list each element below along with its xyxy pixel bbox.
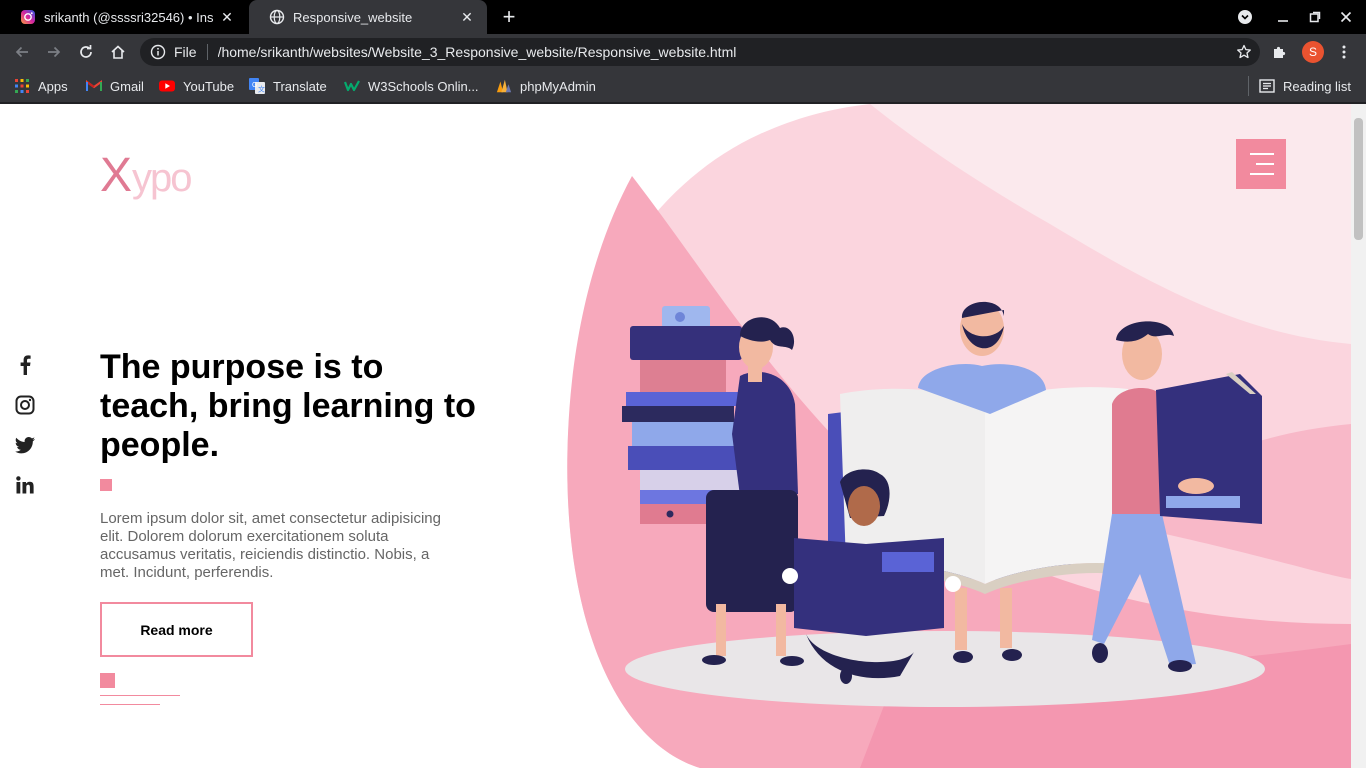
read-more-button[interactable]: Read more xyxy=(100,602,253,657)
hero-heading: The purpose is to teach, bring learning … xyxy=(100,348,476,464)
tab-title: srikanth (@ssssri32546) • Insta xyxy=(44,9,213,25)
globe-icon xyxy=(269,9,285,25)
new-tab-button[interactable]: + xyxy=(497,6,521,28)
browser-toolbar: File /home/srikanth/websites/Website_3_R… xyxy=(0,34,1366,70)
bookmark-label: Translate xyxy=(273,78,327,94)
url-text[interactable]: /home/srikanth/websites/Website_3_Respon… xyxy=(218,44,1232,60)
address-bar[interactable]: File /home/srikanth/websites/Website_3_R… xyxy=(140,38,1260,66)
bookmark-w3schools[interactable]: W3Schools Onlin... xyxy=(344,70,479,102)
close-tab-icon[interactable]: ✕ xyxy=(219,9,235,25)
bookmark-gmail[interactable]: Gmail xyxy=(86,70,144,102)
accent-square xyxy=(100,673,115,688)
reading-list-button[interactable]: Reading list xyxy=(1259,70,1351,102)
profile-avatar[interactable]: S xyxy=(1302,41,1324,63)
reading-list-icon xyxy=(1259,78,1275,94)
site-logo[interactable]: X ypo xyxy=(100,148,192,203)
url-scheme: File xyxy=(174,44,197,60)
scrollbar-thumb[interactable] xyxy=(1354,118,1363,240)
hero-paragraph: Lorem ipsum dolor sit, amet consectetur … xyxy=(100,510,441,581)
bookmark-label: W3Schools Onlin... xyxy=(368,78,479,94)
tab-responsive-website[interactable]: Responsive_website ✕ xyxy=(249,0,487,34)
more-menu-icon[interactable] xyxy=(1332,40,1356,64)
book-shape xyxy=(662,306,710,328)
menu-bar xyxy=(1250,173,1274,175)
close-window-icon[interactable] xyxy=(1336,7,1356,27)
accent-line xyxy=(100,695,180,696)
svg-text:G: G xyxy=(252,82,257,89)
instagram-icon xyxy=(20,9,36,25)
logo-x: X xyxy=(100,149,132,202)
tab-search-icon[interactable] xyxy=(1235,7,1255,27)
bookmark-youtube[interactable]: YouTube xyxy=(159,70,234,102)
gmail-icon xyxy=(86,78,102,94)
bookmark-label: Apps xyxy=(38,78,68,94)
bookmark-phpmyadmin[interactable]: phpMyAdmin xyxy=(496,70,596,102)
translate-icon: G文 xyxy=(249,78,265,94)
bookmark-label: Gmail xyxy=(110,78,144,94)
forward-icon[interactable] xyxy=(42,40,66,64)
bookmark-apps[interactable]: Apps xyxy=(14,70,68,102)
page-scrollbar[interactable] xyxy=(1351,104,1366,768)
tab-title: Responsive_website xyxy=(293,9,413,25)
accent-line xyxy=(100,704,160,705)
bookmark-translate[interactable]: G文 Translate xyxy=(249,70,327,102)
bookmarks-bar: Apps Gmail YouTube G文 Translate W3School… xyxy=(0,70,1366,102)
linkedin-icon[interactable] xyxy=(14,474,36,496)
logo-text: ypo xyxy=(132,156,192,200)
social-links xyxy=(14,354,36,514)
phpmyadmin-icon xyxy=(496,78,512,94)
page-viewport: X ypo The purpose is to teach, bring lea… xyxy=(0,104,1351,768)
bookmark-label: YouTube xyxy=(183,78,235,94)
menu-bar xyxy=(1256,163,1274,165)
extensions-puzzle-icon[interactable] xyxy=(1267,40,1291,64)
site-info-icon[interactable] xyxy=(150,44,166,60)
back-icon[interactable] xyxy=(10,40,34,64)
divider xyxy=(1248,76,1249,96)
tab-strip: srikanth (@ssssri32546) • Insta ✕ Respon… xyxy=(0,0,1366,34)
svg-text:文: 文 xyxy=(258,85,265,94)
w3schools-icon xyxy=(344,78,360,94)
divider xyxy=(206,44,208,60)
hamburger-menu-button[interactable] xyxy=(1236,139,1286,189)
bookmark-label: phpMyAdmin xyxy=(520,78,596,94)
accent-square xyxy=(100,479,112,491)
facebook-icon[interactable] xyxy=(14,354,36,376)
close-tab-icon[interactable]: ✕ xyxy=(459,9,475,25)
apps-grid-icon xyxy=(14,78,30,94)
home-icon[interactable] xyxy=(106,40,130,64)
reading-list-label: Reading list xyxy=(1283,78,1351,94)
tab-instagram[interactable]: srikanth (@ssssri32546) • Insta ✕ xyxy=(0,0,247,34)
instagram-icon[interactable] xyxy=(14,394,36,416)
bookmark-star-icon[interactable] xyxy=(1232,40,1256,64)
twitter-icon[interactable] xyxy=(14,434,36,456)
youtube-icon xyxy=(159,78,175,94)
restore-icon[interactable] xyxy=(1305,7,1325,27)
minimize-icon[interactable] xyxy=(1273,7,1293,27)
reload-icon[interactable] xyxy=(74,40,98,64)
menu-bar xyxy=(1250,153,1274,155)
